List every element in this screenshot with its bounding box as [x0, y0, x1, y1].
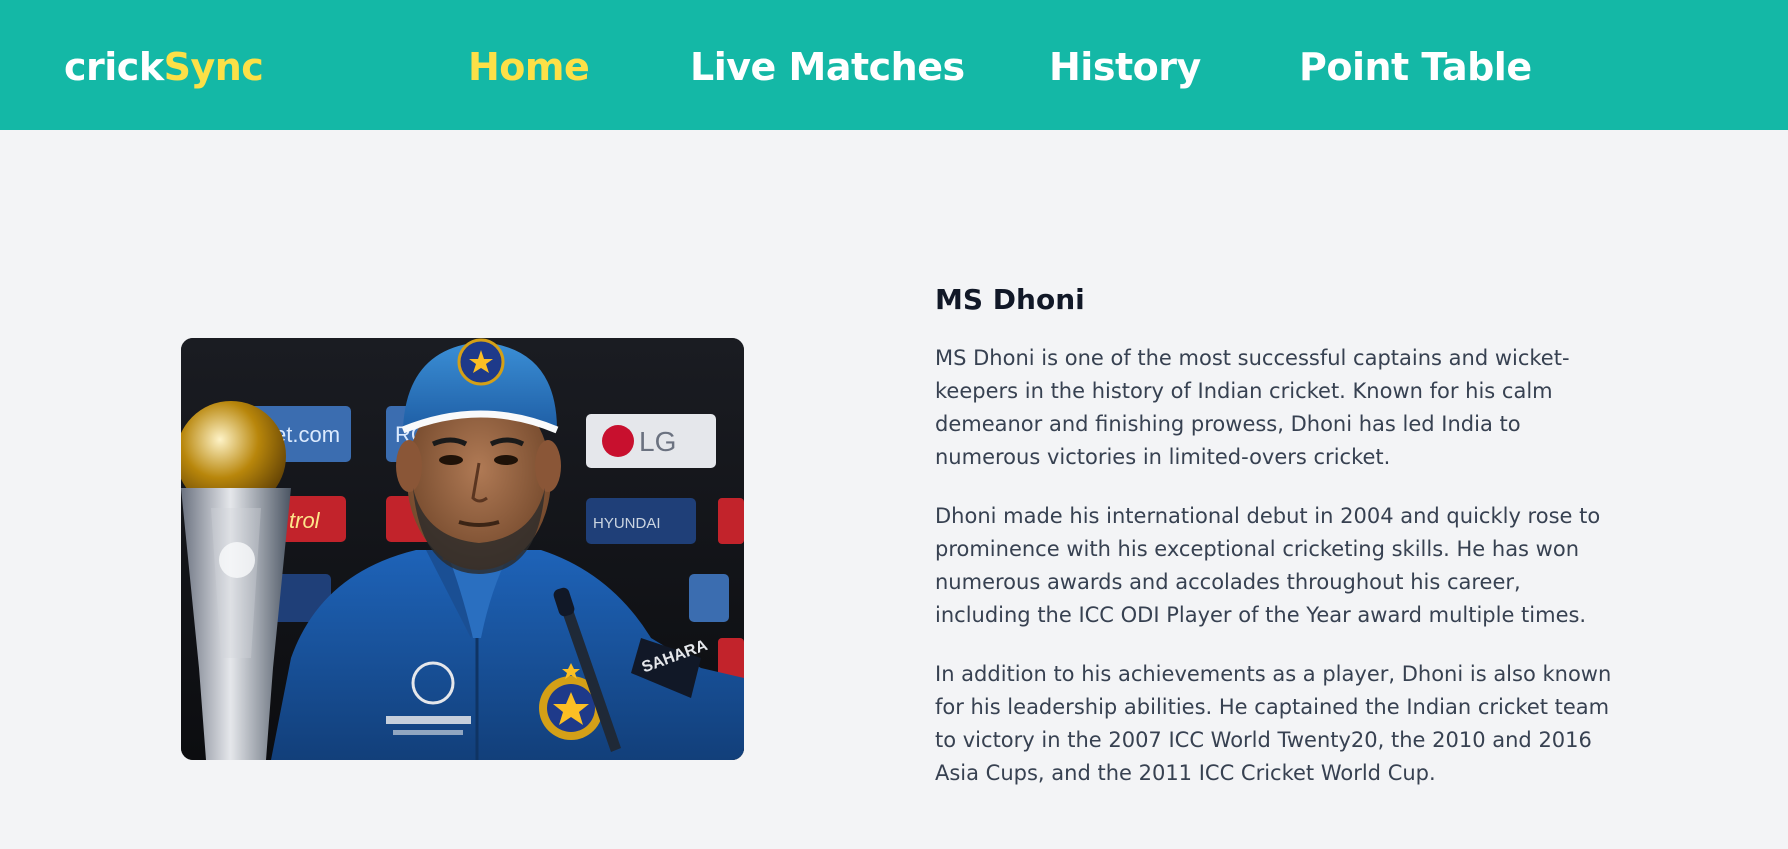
brand-name-part1: crick	[64, 45, 164, 89]
navbar: crickSync Home Live Matches History Poin…	[0, 0, 1788, 130]
bio-paragraph-1: MS Dhoni is one of the most successful c…	[935, 346, 1570, 469]
brand-logo[interactable]: crickSync	[64, 44, 264, 90]
nav-link-history[interactable]: History	[1049, 44, 1201, 90]
bio-paragraph-3: In addition to his achievements as a pla…	[935, 662, 1612, 785]
player-photo: ket.com RG LG trol HYUNDAI SAHARA	[181, 338, 744, 760]
nav-link-home[interactable]: Home	[468, 44, 590, 90]
brand-name-part2: Sync	[163, 45, 264, 89]
sponsor-label-4: trol	[289, 508, 321, 533]
player-name: MS Dhoni	[935, 283, 1085, 316]
sponsor-label-3: LG	[639, 426, 676, 457]
nav-link-live-matches[interactable]: Live Matches	[690, 44, 965, 90]
nav-link-point-table[interactable]: Point Table	[1299, 44, 1532, 90]
sponsor-label-5: HYUNDAI	[593, 515, 661, 532]
player-bio: MS Dhoni MS Dhoni is one of the most suc…	[935, 282, 1615, 816]
bio-paragraph-2: Dhoni made his international debut in 20…	[935, 504, 1601, 627]
